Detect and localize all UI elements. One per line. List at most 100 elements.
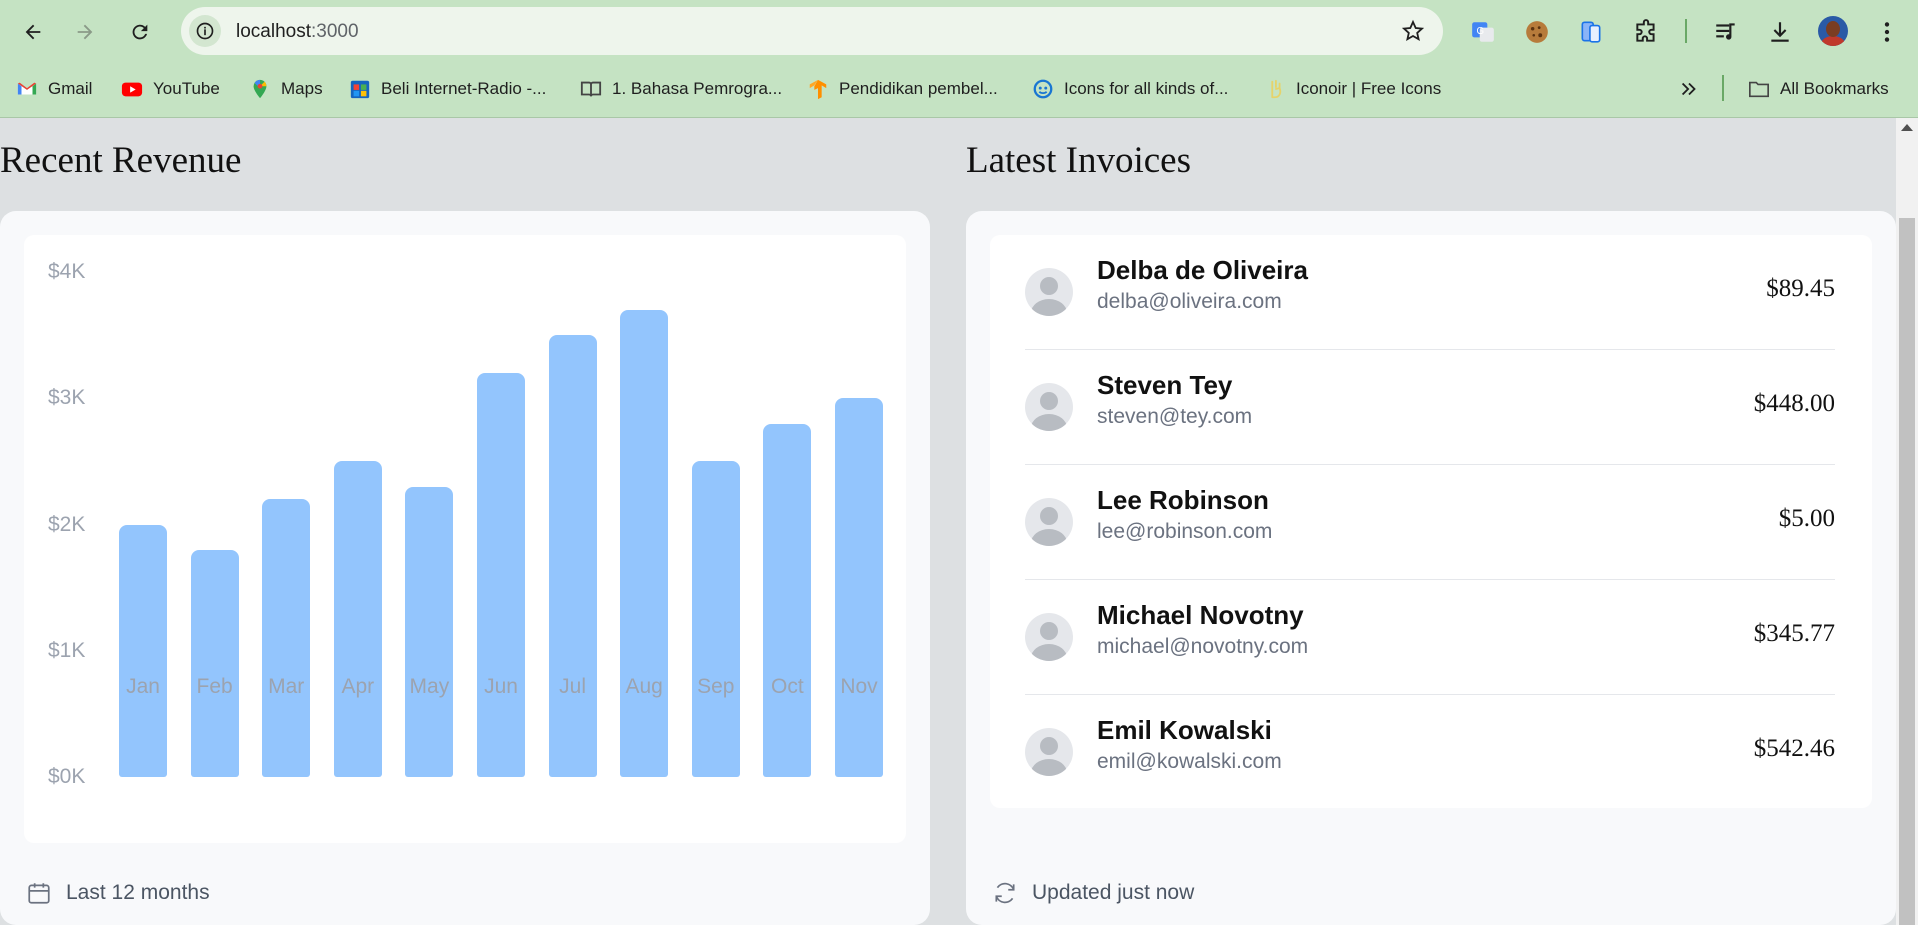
store-icon bbox=[350, 80, 370, 99]
book-icon bbox=[580, 81, 602, 97]
forward-arrow-icon bbox=[77, 24, 93, 40]
download-icon[interactable] bbox=[1763, 15, 1797, 49]
bookmark-pendidikan[interactable]: Pendidikan pembel... bbox=[807, 74, 998, 104]
bookmark-icons-site[interactable]: Icons for all kinds of... bbox=[1032, 74, 1228, 104]
bookmark-internet-radio[interactable]: Beli Internet-Radio -... bbox=[349, 74, 546, 104]
reload-button[interactable] bbox=[121, 13, 159, 51]
double-chevron-right-icon bbox=[1681, 82, 1696, 96]
device-extension-icon[interactable] bbox=[1574, 15, 1608, 49]
invoice-row[interactable]: Lee Robinson lee@robinson.com $5.00 bbox=[1025, 465, 1835, 580]
invoice-name: Emil Kowalski bbox=[1097, 715, 1272, 745]
url-text: localhost:3000 bbox=[236, 21, 359, 43]
x-tick-label: Apr bbox=[341, 675, 375, 698]
site-info-icon[interactable] bbox=[189, 15, 221, 47]
latest-invoices-title: Latest Invoices bbox=[966, 140, 1191, 181]
folder-icon bbox=[1749, 81, 1769, 98]
media-controls-icon[interactable] bbox=[1709, 15, 1743, 49]
x-tick-label: Oct bbox=[771, 675, 804, 698]
bar-may bbox=[405, 486, 454, 777]
back-button[interactable] bbox=[14, 13, 52, 51]
bar-jun bbox=[477, 373, 525, 777]
x-tick-label: Feb bbox=[196, 675, 233, 698]
bar-mar bbox=[262, 499, 311, 777]
cookie-extension-icon[interactable] bbox=[1520, 15, 1554, 49]
invoice-row[interactable]: Emil Kowalski emil@kowalski.com $542.46 bbox=[1025, 695, 1835, 810]
more-bookmarks-button[interactable] bbox=[1678, 74, 1700, 104]
invoice-row[interactable]: Delba de Oliveira delba@oliveira.com $89… bbox=[1025, 235, 1835, 350]
bar-aug bbox=[620, 309, 669, 777]
all-bookmarks-button[interactable]: All Bookmarks bbox=[1748, 74, 1889, 104]
svg-text:G: G bbox=[1477, 26, 1485, 37]
invoice-row[interactable]: Steven Tey steven@tey.com $448.00 bbox=[1025, 350, 1835, 465]
bookmark-label: Gmail bbox=[48, 79, 93, 98]
forward-button[interactable] bbox=[66, 13, 104, 51]
avatar bbox=[1025, 383, 1073, 431]
refresh-icon bbox=[995, 882, 1015, 904]
address-bar[interactable]: localhost:3000 bbox=[181, 7, 1443, 55]
y-tick-label: $1K bbox=[48, 638, 86, 662]
x-tick-label: Jan bbox=[126, 675, 160, 698]
bookmark-iconoir[interactable]: Iconoir | Free Icons bbox=[1264, 74, 1441, 104]
bar-jan bbox=[119, 524, 167, 777]
google-translate-icon[interactable]: G bbox=[1466, 15, 1500, 49]
icons-site-icon bbox=[1033, 79, 1053, 99]
bar-apr bbox=[333, 461, 382, 777]
toolbar-separator bbox=[1685, 19, 1687, 43]
x-tick-label: May bbox=[409, 675, 450, 698]
x-tick-label: Nov bbox=[840, 675, 878, 698]
bookmarks-bar: Gmail YouTube Maps Beli Internet-Radio -… bbox=[0, 62, 1918, 118]
scrollbar-thumb[interactable] bbox=[1899, 218, 1915, 925]
invoice-name: Steven Tey bbox=[1097, 370, 1233, 400]
invoice-amount: $5.00 bbox=[1778, 505, 1835, 532]
avatar bbox=[1025, 728, 1073, 776]
reload-icon bbox=[132, 24, 148, 40]
bookmark-label: Maps bbox=[281, 79, 323, 98]
bookmark-label: Icons for all kinds of... bbox=[1064, 79, 1229, 98]
bar-jul bbox=[548, 335, 597, 777]
invoices-footer: Updated just now bbox=[992, 880, 1194, 906]
invoice-email: delba@oliveira.com bbox=[1097, 290, 1282, 313]
invoice-amount: $542.46 bbox=[1753, 735, 1835, 762]
y-tick-label: $3K bbox=[48, 386, 86, 410]
bookmark-label: Pendidikan pembel... bbox=[839, 79, 998, 98]
bookmark-star-icon[interactable] bbox=[1401, 19, 1425, 43]
invoices-footer-text: Updated just now bbox=[1032, 881, 1195, 904]
bookmark-label: Beli Internet-Radio -... bbox=[381, 79, 547, 98]
bookmark-bahasa-pemrograman[interactable]: 1. Bahasa Pemrogra... bbox=[580, 74, 782, 104]
invoice-name: Michael Novotny bbox=[1097, 600, 1304, 630]
bookmark-gmail[interactable]: Gmail bbox=[16, 74, 92, 104]
maps-icon bbox=[253, 79, 267, 99]
profile-avatar[interactable] bbox=[1818, 16, 1848, 46]
bookmark-maps[interactable]: Maps bbox=[249, 74, 323, 104]
y-tick-label: $0K bbox=[48, 765, 86, 788]
extensions-puzzle-icon[interactable] bbox=[1629, 15, 1663, 49]
invoice-amount: $345.77 bbox=[1753, 620, 1835, 647]
avatar bbox=[1025, 498, 1073, 546]
bar-nov bbox=[835, 398, 883, 777]
bookmark-youtube[interactable]: YouTube bbox=[121, 74, 220, 104]
bookmark-label: YouTube bbox=[153, 79, 220, 98]
invoice-email: emil@kowalski.com bbox=[1097, 750, 1282, 773]
scroll-up-arrow-icon[interactable] bbox=[1901, 124, 1913, 131]
invoice-email: michael@novotny.com bbox=[1097, 635, 1309, 658]
x-tick-label: Sep bbox=[697, 675, 735, 698]
browser-toolbar: localhost:3000 G bbox=[0, 0, 1918, 62]
tensorflow-icon bbox=[809, 79, 827, 100]
chrome-menu-icon[interactable] bbox=[1870, 15, 1904, 49]
back-arrow-icon bbox=[25, 24, 41, 40]
gmail-icon bbox=[17, 82, 37, 95]
invoice-amount: $89.45 bbox=[1766, 275, 1835, 302]
x-tick-label: Mar bbox=[268, 675, 305, 698]
x-tick-label: Aug bbox=[625, 675, 663, 698]
url-host: localhost bbox=[236, 21, 311, 42]
bookmark-label: Iconoir | Free Icons bbox=[1296, 79, 1442, 98]
invoice-name: Delba de Oliveira bbox=[1097, 255, 1308, 285]
bar-feb bbox=[190, 549, 239, 777]
revenue-footer: Last 12 months bbox=[26, 880, 210, 906]
avatar bbox=[1025, 268, 1073, 316]
y-tick-label: $2K bbox=[48, 512, 86, 536]
calendar-icon bbox=[28, 883, 50, 904]
iconoir-icon bbox=[1271, 79, 1282, 99]
invoice-row[interactable]: Michael Novotny michael@novotny.com $345… bbox=[1025, 580, 1835, 695]
recent-revenue-title: Recent Revenue bbox=[0, 140, 242, 181]
